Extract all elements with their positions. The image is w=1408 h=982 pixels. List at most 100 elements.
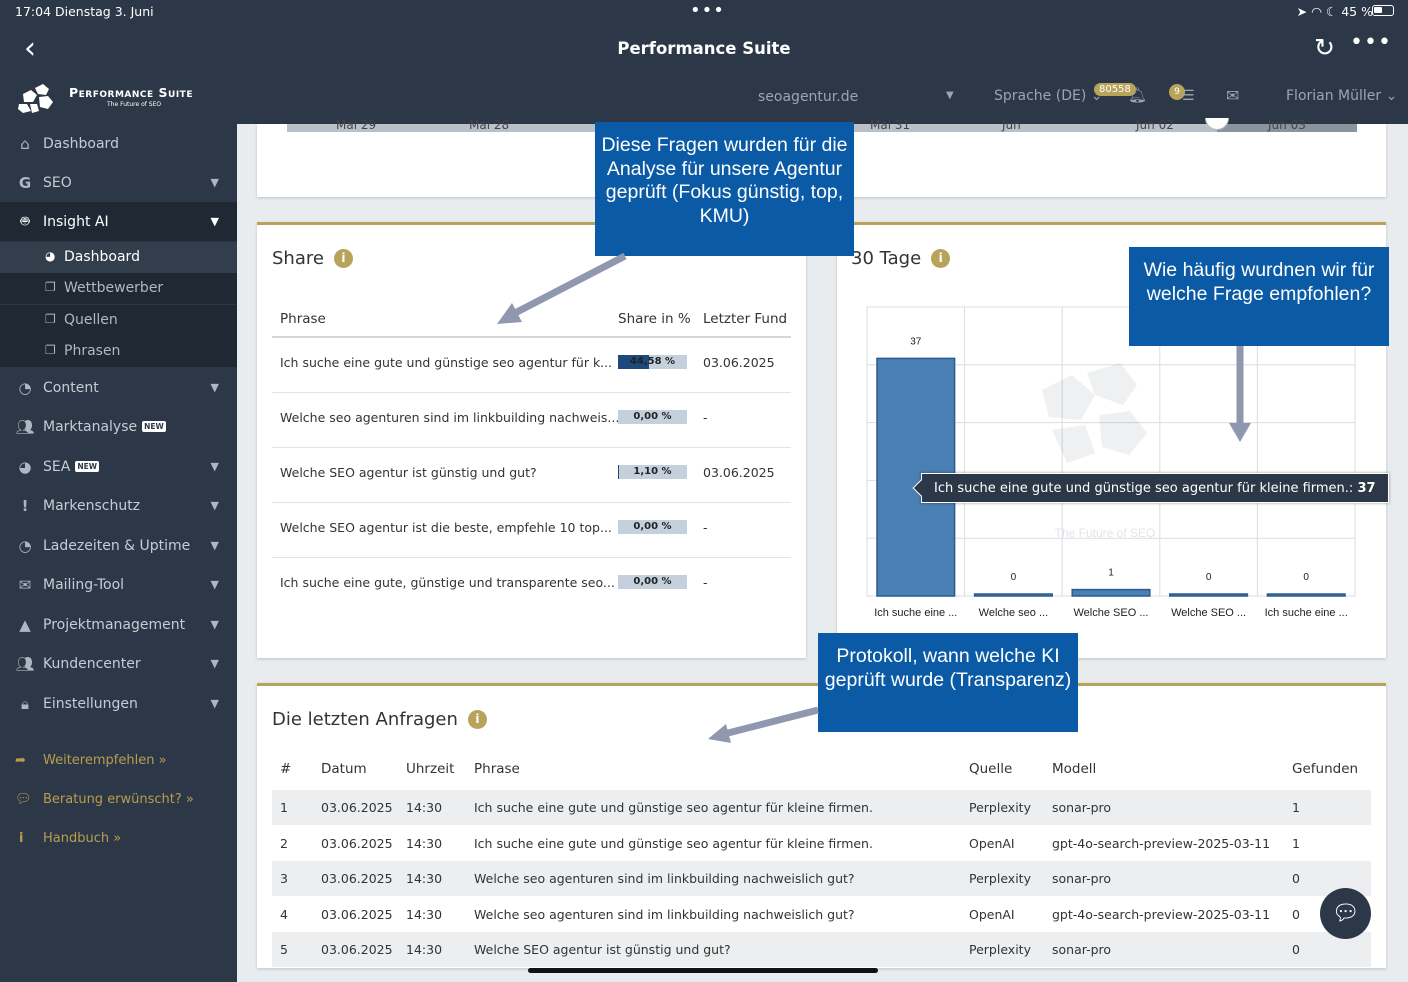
date-cell: 03.06.2025 [321, 871, 393, 886]
share-value: 44,58 % [629, 356, 676, 367]
table-row[interactable]: 1 03.06.2025 14:30 Ich suche eine gute und … [272, 790, 1371, 825]
column-header-phrase[interactable]: Phrase [474, 761, 520, 777]
sidebar-item-dashboard[interactable]: ⌂ Dashboard [0, 124, 237, 163]
n-cell: 2 [280, 835, 288, 851]
subitem-phrasen[interactable]: ❐ Phrasen [0, 336, 237, 367]
date-cell: 03.06.2025 [321, 906, 393, 922]
info-icon[interactable]: i [333, 249, 353, 268]
brand-tagline: The Future of SEO [107, 101, 162, 108]
sidebar-item-marktanalyse[interactable]: 👥︎ Marktanalyse NEW [0, 407, 237, 446]
copy-icon: ❐ [45, 343, 56, 357]
phrase-cell: Welche SEO agentur ist günstig und gut? [474, 942, 731, 957]
comments-icon: 💬︎ [15, 792, 32, 807]
phrase-cell: Welche seo agenturen sind im linkbuildin… [474, 906, 855, 922]
brand-logo-icon[interactable] [15, 82, 57, 114]
domain-select[interactable]: seoagentur.de [758, 89, 858, 105]
share-icon: ➦ [15, 753, 26, 768]
link-beratung[interactable]: 💬︎ Beratung erwünscht? » [15, 792, 194, 807]
wifi-icon: ◠ [1311, 4, 1323, 19]
multitask-dots[interactable]: ••• [690, 0, 725, 21]
timeline-tick-label: Mai 28 [469, 118, 510, 132]
sidebar-item-einstellungen[interactable]: 🔒︎ Einstellungen ▼ [0, 684, 237, 723]
phrase-cell: Welche seo agenturen sind im linkbuildin… [474, 871, 855, 886]
column-header-found[interactable]: Gefunden [1292, 761, 1358, 777]
last-found-cell: - [703, 410, 708, 425]
x-tick-label: Ich suche eine ... [874, 607, 957, 619]
info-icon[interactable]: i [467, 710, 487, 729]
sidebar-item-content[interactable]: ◔ Content ▼ [0, 368, 237, 407]
sidebar-item-mailing-tool[interactable]: ✉ Mailing-Tool ▼ [0, 565, 237, 604]
subitem-wettbewerber[interactable]: ❐ Wettbewerber [0, 273, 237, 304]
phrase-cell: Ich suche eine gute und günstige seo age… [474, 800, 873, 815]
sidebar-item-markenschutz[interactable]: ! Markenschutz ▼ [0, 486, 237, 525]
share-value: 0,00 % [633, 576, 672, 587]
table-row[interactable]: Welche seo agenturen sind im linkbuildin… [257, 393, 806, 448]
last-found-cell: - [703, 520, 708, 535]
link-handbuch[interactable]: i Handbuch » [15, 831, 121, 846]
home-icon: ⌂ [20, 134, 30, 153]
phrase-cell: Welche SEO agentur ist die beste, empfeh… [280, 520, 612, 535]
subitem-quellen[interactable]: ❐ Quellen [0, 305, 237, 336]
language-select[interactable]: Sprache (DE) ⌄ [994, 88, 1102, 104]
chat-icon: 💬︎ [1331, 901, 1360, 926]
column-header-n[interactable]: # [280, 761, 291, 777]
column-header-model[interactable]: Modell [1052, 761, 1096, 777]
x-tick-label: Welche seo ... [979, 607, 1049, 619]
user-menu[interactable]: Florian Müller ⌄ [1286, 88, 1397, 104]
column-header-date[interactable]: Datum [321, 761, 367, 777]
column-header-source[interactable]: Quelle [969, 761, 1012, 777]
column-header-time[interactable]: Uhrzeit [406, 761, 454, 777]
sidebar-item-seo[interactable]: G SEO ▼ [0, 163, 237, 202]
column-header-last-found[interactable]: Letzter Fund [703, 311, 787, 327]
sidebar-item-kundencenter[interactable]: 👥︎ Kundencenter ▼ [0, 644, 237, 683]
ellipsis-icon[interactable]: ••• [1350, 30, 1392, 55]
table-row[interactable]: Ich suche eine gute, günstige und transp… [257, 558, 806, 613]
chevron-down-icon: ▼ [210, 539, 219, 552]
share-progress-fill [618, 465, 619, 479]
last-found-cell: - [703, 575, 708, 590]
sidebar-item-projektmanagement[interactable]: ▲ Projektmanagement ▼ [0, 605, 237, 644]
table-row[interactable]: 4 03.06.2025 14:30 Welche seo agenturen sin… [272, 896, 1371, 932]
annotation-callout-frequency: Wie häufig wurdnen wir für welche Frage … [1129, 247, 1389, 346]
caret-down-icon[interactable]: ▼ [946, 90, 954, 101]
reload-icon[interactable]: ↻ [1314, 34, 1335, 62]
column-header-phrase[interactable]: Phrase [280, 311, 326, 327]
chevron-down-icon: ▼ [210, 697, 219, 710]
found-cell: 0 [1292, 871, 1300, 886]
time-cell: 14:30 [406, 800, 443, 815]
n-cell: 3 [280, 871, 288, 886]
table-row[interactable]: Ich suche eine gute und günstige seo age… [257, 338, 806, 393]
sidebar: ⌂ Dashboard G SEO ▼ 🤖︎ Insight AI ▼ ◕ Dashboar… [0, 124, 237, 982]
home-indicator[interactable] [528, 968, 878, 973]
info-icon: i [19, 831, 24, 846]
clock-icon: ◔ [18, 536, 32, 555]
table-row[interactable]: 3 03.06.2025 14:30 Welche seo agenturen sin… [272, 861, 1371, 896]
source-cell: Perplexity [969, 942, 1031, 957]
found-cell: 0 [1292, 906, 1300, 922]
time-cell: 14:30 [406, 871, 443, 886]
copy-icon: ❐ [45, 280, 56, 294]
share-card: Share i Phrase Share in % Letzter Fund Ic… [257, 222, 806, 658]
chevron-down-icon: ▼ [210, 618, 219, 631]
subitem-dashboard[interactable]: ◕ Dashboard [0, 242, 237, 273]
table-row[interactable]: 2 03.06.2025 14:30 Ich suche eine gute und … [272, 825, 1371, 861]
last-found-cell: 03.06.2025 [703, 465, 775, 480]
table-row[interactable]: Welche SEO agentur ist die beste, empfeh… [257, 503, 806, 558]
share-value: 1,10 % [633, 466, 672, 477]
table-row[interactable]: 5 03.06.2025 14:30 Welche SEO agentur ist g… [272, 932, 1371, 967]
sidebar-item-ladezeiten[interactable]: ◔ Ladezeiten & Uptime ▼ [0, 526, 237, 565]
envelope-icon[interactable]: ✉ [1226, 86, 1239, 105]
bar-value-label: 37 [910, 336, 922, 347]
sidebar-item-insight-ai[interactable]: 🤖︎ Insight AI ▼ [0, 202, 237, 241]
chevron-down-icon: ▼ [210, 460, 219, 473]
chat-button[interactable]: 💬︎ [1320, 888, 1371, 939]
tasks-icon[interactable]: ☰ [1182, 88, 1195, 104]
phrase-cell: Ich suche eine gute, günstige und transp… [280, 575, 615, 590]
bell-icon[interactable]: 🔔︎ [1128, 86, 1147, 104]
sidebar-item-sea[interactable]: ◕ SEA NEW ▼ [0, 447, 237, 486]
location-icon: ➤ [1296, 4, 1308, 19]
link-weiterempfehlen[interactable]: ➦ Weiterempfehlen » [15, 753, 167, 768]
table-row[interactable]: Welche SEO agentur ist günstig und gut? 1… [257, 448, 806, 503]
source-cell: Perplexity [969, 871, 1031, 886]
column-header-share[interactable]: Share in % [618, 311, 691, 327]
